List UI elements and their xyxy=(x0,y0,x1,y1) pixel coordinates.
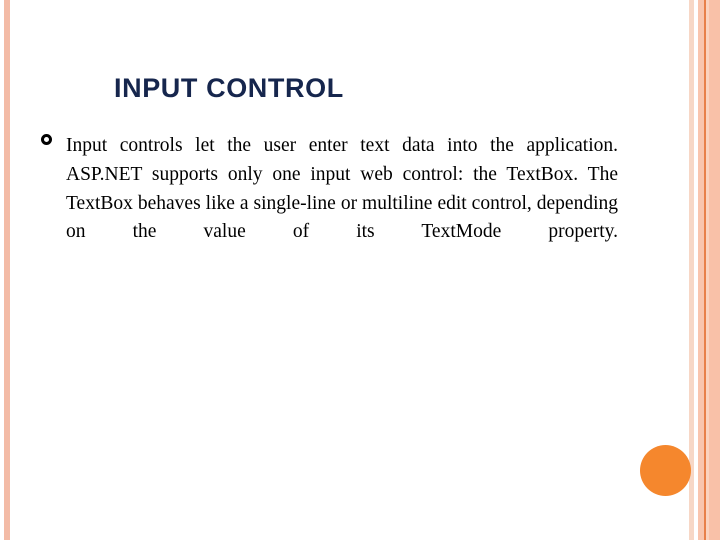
slide-title: INPUT CONTROL xyxy=(114,73,344,103)
bullet-item-text: Input controls let the user enter text d… xyxy=(66,135,618,243)
left-accent-stripe xyxy=(4,0,10,540)
right-accent-stripe-6 xyxy=(709,0,720,540)
slide-body: Input controls let the user enter text d… xyxy=(38,132,618,276)
presentation-slide: INPUT CONTROL Input controls let the use… xyxy=(0,0,720,540)
hollow-circle-bullet-icon xyxy=(41,134,52,145)
orange-circle-accent xyxy=(640,445,691,496)
bullet-list-item: Input controls let the user enter text d… xyxy=(38,132,618,276)
